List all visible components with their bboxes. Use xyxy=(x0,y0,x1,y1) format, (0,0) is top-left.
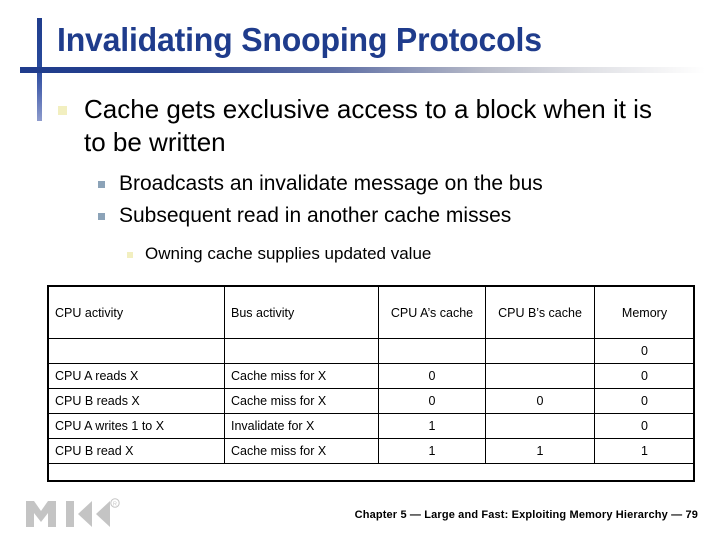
cell-cpu-activity: CPU B reads X xyxy=(48,388,225,414)
cell-cpu-b-cache: 0 xyxy=(485,388,595,414)
cell-cpu-activity: CPU B read X xyxy=(48,438,225,464)
morgan-kaufmann-logo-icon: R xyxy=(26,498,120,527)
cell-bus-activity: Cache miss for X xyxy=(224,363,379,389)
table-header-row: CPU activity Bus activity CPU A’s cache … xyxy=(48,286,695,339)
cell-bus-activity: Cache miss for X xyxy=(224,438,379,464)
cell-cpu-a-cache: 1 xyxy=(378,413,486,439)
cell-cpu-activity xyxy=(48,338,225,364)
svg-text:R: R xyxy=(113,501,117,507)
bullet-level3-item-1: Owning cache supplies updated value xyxy=(127,243,687,265)
table-header-bus-activity: Bus activity xyxy=(224,286,379,339)
cell-memory: 0 xyxy=(594,413,695,439)
table-row: CPU A writes 1 to X Invalidate for X 1 0 xyxy=(48,413,695,439)
bullet-level3-text: Owning cache supplies updated value xyxy=(145,244,432,263)
cell-memory: 1 xyxy=(594,438,695,464)
bullet-level2-text: Broadcasts an invalidate message on the … xyxy=(119,172,543,195)
bullet-square-icon xyxy=(127,252,133,258)
cell-cpu-b-cache xyxy=(485,363,595,389)
cell-cpu-b-cache xyxy=(485,338,595,364)
table-row: CPU B read X Cache miss for X 1 1 1 xyxy=(48,438,695,464)
slide-footer-text: Chapter 5 — Large and Fast: Exploiting M… xyxy=(354,509,698,521)
bullet-square-icon xyxy=(98,213,105,220)
table-header-cpu-b-cache: CPU B’s cache xyxy=(485,286,595,339)
page-title: Invalidating Snooping Protocols xyxy=(57,21,542,58)
cell-bus-activity xyxy=(224,338,379,364)
bullet-level2-item-1: Broadcasts an invalidate message on the … xyxy=(98,170,713,197)
cell-cpu-activity: CPU A writes 1 to X xyxy=(48,413,225,439)
cell-cpu-a-cache xyxy=(378,338,486,364)
bullet-level2-item-2: Subsequent read in another cache misses xyxy=(98,202,713,229)
table-header-cpu-activity: CPU activity xyxy=(48,286,225,339)
table-header-memory: Memory xyxy=(594,286,695,339)
table-row: 0 xyxy=(48,338,695,364)
table-row: CPU A reads X Cache miss for X 0 0 xyxy=(48,363,695,389)
title-accent-horizontal-rule xyxy=(20,67,705,73)
cell-cpu-activity: CPU A reads X xyxy=(48,363,225,389)
cell-cpu-a-cache: 1 xyxy=(378,438,486,464)
cell-memory: 0 xyxy=(594,363,695,389)
table-header-cpu-a-cache: CPU A’s cache xyxy=(378,286,486,339)
bullet-square-icon xyxy=(58,106,67,115)
cell-cpu-b-cache xyxy=(485,413,595,439)
coherence-activity-table: CPU activity Bus activity CPU A’s cache … xyxy=(48,286,695,464)
slide-canvas: Invalidating Snooping Protocols Cache ge… xyxy=(0,0,720,540)
cell-bus-activity: Cache miss for X xyxy=(224,388,379,414)
cell-cpu-b-cache: 1 xyxy=(485,438,595,464)
cell-memory: 0 xyxy=(594,388,695,414)
table-row: CPU B reads X Cache miss for X 0 0 0 xyxy=(48,388,695,414)
bullet-level2-text: Subsequent read in another cache misses xyxy=(119,204,512,227)
cell-bus-activity: Invalidate for X xyxy=(224,413,379,439)
bullet-level1: Cache gets exclusive access to a block w… xyxy=(58,93,698,159)
cell-memory: 0 xyxy=(594,338,695,364)
cell-cpu-a-cache: 0 xyxy=(378,363,486,389)
bullet-square-icon xyxy=(98,181,105,188)
cell-cpu-a-cache: 0 xyxy=(378,388,486,414)
bullet-level1-text: Cache gets exclusive access to a block w… xyxy=(84,94,652,157)
